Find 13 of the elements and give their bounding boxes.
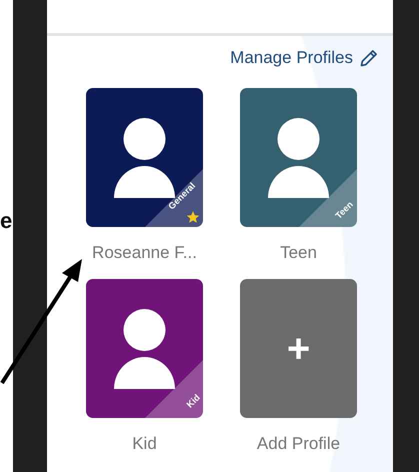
cut-text: e <box>0 210 12 232</box>
person-icon <box>114 309 175 389</box>
pencil-icon <box>359 48 379 68</box>
profile-name: Kid <box>132 434 157 454</box>
plus-symbol: + <box>286 328 312 368</box>
profile-name: Add Profile <box>256 434 340 454</box>
add-profile-tile[interactable]: + <box>240 279 357 418</box>
profile-name: Roseanne F... <box>92 243 197 263</box>
manage-profiles-link[interactable]: Manage Profiles <box>230 46 379 70</box>
profile-avatar-tile[interactable]: Kid <box>86 279 203 418</box>
profile-name: Teen <box>280 243 317 263</box>
profile-tag: Kid <box>184 392 202 410</box>
person-icon <box>268 118 329 198</box>
